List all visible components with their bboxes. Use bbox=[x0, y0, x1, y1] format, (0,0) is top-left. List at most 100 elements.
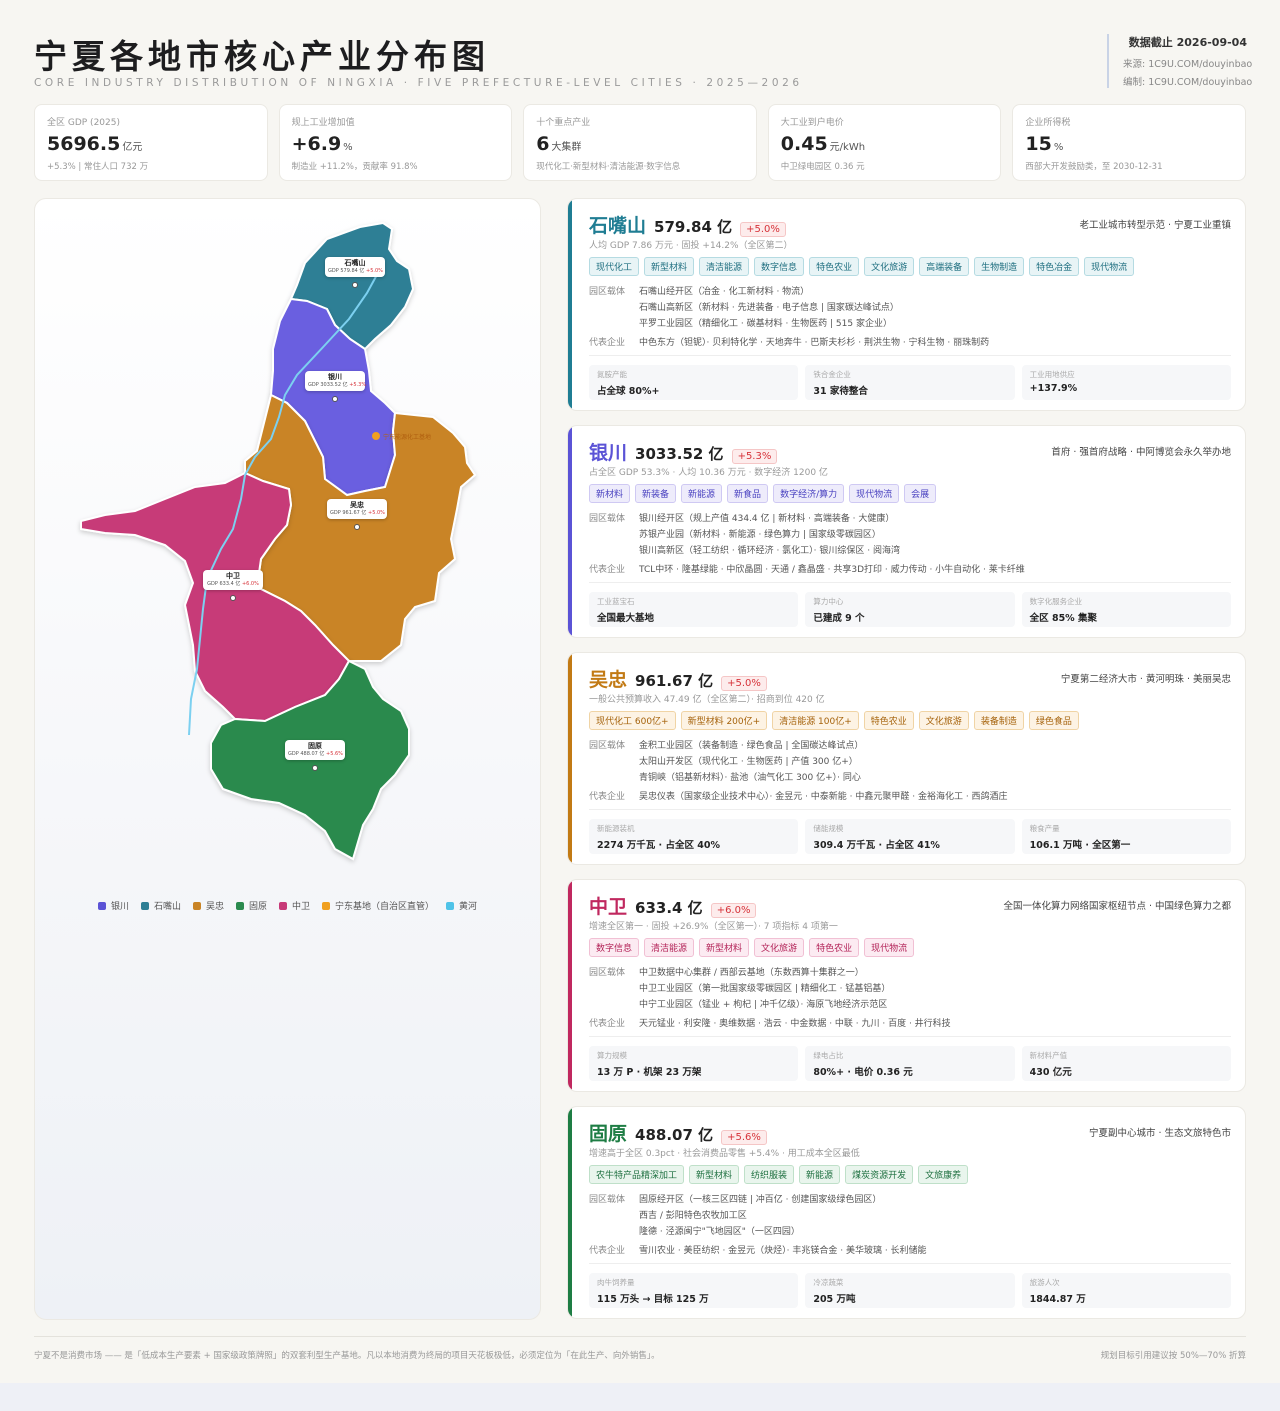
map-city-dot bbox=[230, 595, 236, 601]
industry-tag[interactable]: 新装备 bbox=[635, 484, 677, 503]
source-line: 来源: 1C9U.COM/douyinbao bbox=[1123, 59, 1253, 70]
stat-box: 肉牛饲养量 115 万头 → 目标 125 万 bbox=[589, 1273, 799, 1308]
legend-item: 宁东基地（自治区直管） bbox=[322, 899, 434, 912]
industry-tag[interactable]: 新型材料 bbox=[644, 257, 695, 276]
card-divider bbox=[589, 1263, 1231, 1264]
industry-tag[interactable]: 新能源 bbox=[799, 1165, 841, 1184]
parks-list: 中卫数据中心集群 / 西部云基地（东数西算十集群之一） 中卫工业园区（第一批国家级… bbox=[639, 965, 890, 1013]
map-city-dot bbox=[354, 524, 360, 530]
city-stats: 算力规模 13 万 P · 机架 23 万架 绿电占比 80%+ · 电价 0.36 … bbox=[589, 1046, 1231, 1081]
map-city-label[interactable]: 银川 GDP 3033.52 亿 +5.3% bbox=[305, 371, 367, 391]
map-growth: +6.0% bbox=[240, 581, 259, 587]
industry-tag[interactable]: 文化旅游 bbox=[754, 938, 805, 957]
park-item: 石嘴山经开区（冶金 · 化工新材料 · 物流） bbox=[639, 287, 810, 297]
map-gdp-value: GDP 488.07 亿 bbox=[288, 751, 325, 757]
ningdong-base-marker[interactable] bbox=[372, 432, 380, 440]
industry-tag[interactable]: 装备制造 bbox=[973, 711, 1024, 730]
map-gdp-value: GDP 961.67 亿 bbox=[330, 510, 367, 516]
companies-list: TCL中环 · 隆基绿能 · 中欣晶圆 · 天通 / 鑫晶盛 · 共享3D打印 … bbox=[639, 565, 1025, 575]
ningdong-base-label: 宁东能源化工基地 bbox=[383, 433, 431, 441]
industry-tag[interactable]: 文化旅游 bbox=[864, 257, 915, 276]
parks-label: 园区载体 bbox=[589, 514, 626, 524]
industry-tag[interactable]: 现代物流 bbox=[849, 484, 900, 503]
industry-tag[interactable]: 数字经济/算力 bbox=[773, 484, 845, 503]
legend-swatch bbox=[192, 901, 201, 910]
legend-swatch bbox=[235, 901, 244, 910]
editor-line: 编制: 1C9U.COM/douyinbao bbox=[1123, 77, 1253, 88]
city-stats: 氮胺产能 占全球 80%+ 铁合金企业 31 家待整合 工业用地供应 +137.9% bbox=[589, 365, 1231, 400]
industry-tag[interactable]: 高端装备 bbox=[919, 257, 970, 276]
industry-tag[interactable]: 特色农业 bbox=[809, 257, 860, 276]
industry-tag[interactable]: 纺织服装 bbox=[744, 1165, 795, 1184]
industry-tag[interactable]: 生物制造 bbox=[974, 257, 1025, 276]
industry-tag[interactable]: 现代物流 bbox=[1084, 257, 1135, 276]
industry-tag[interactable]: 文旅康养 bbox=[918, 1165, 969, 1184]
park-item: 太阳山开发区（现代化工 · 生物医药 | 产值 300 亿+） bbox=[639, 757, 858, 767]
map-growth: +5.6% bbox=[324, 751, 343, 757]
stat-box: 储能规模 309.4 万千瓦 · 占全区 41% bbox=[805, 819, 1015, 854]
map-city-label[interactable]: 固原 GDP 488.07 亿 +5.6% bbox=[285, 740, 345, 760]
city-accent-bar bbox=[568, 426, 572, 637]
city-tagline: 全国一体化算力网络国家枢纽节点 · 中国绿色算力之都 bbox=[1003, 901, 1231, 912]
city-growth-badge: +5.3% bbox=[731, 449, 778, 464]
industry-tag[interactable]: 新食品 bbox=[727, 484, 769, 503]
kpi-value: 15% bbox=[1025, 133, 1233, 155]
map-city-label[interactable]: 中卫 GDP 633.4 亿 +6.0% bbox=[203, 570, 263, 590]
industry-tag[interactable]: 会展 bbox=[904, 484, 937, 503]
stat-label: 储能规模 bbox=[813, 824, 844, 833]
park-item: 固原经开区（一核三区四链 | 冲百亿 · 创建国家级绿色园区） bbox=[639, 1195, 882, 1205]
industry-tag[interactable]: 数字信息 bbox=[589, 938, 640, 957]
industry-tag[interactable]: 新型材料 bbox=[699, 938, 750, 957]
companies-label: 代表企业 bbox=[589, 1246, 626, 1256]
stat-label: 工业蓝宝石 bbox=[597, 597, 635, 606]
industry-tag[interactable]: 煤炭资源开发 bbox=[845, 1165, 914, 1184]
card-divider bbox=[589, 1036, 1231, 1037]
kpi-card: 规上工业增加值 +6.9% 制造业 +11.2%，贡献率 91.8% bbox=[278, 104, 513, 181]
city-card: 银川 3033.52 亿 +5.3% 首府 · 强首府战略 · 中阿博览会永久举办地占… bbox=[567, 425, 1246, 638]
map-growth: +5.0% bbox=[366, 510, 385, 516]
industry-tag[interactable]: 清洁能源 bbox=[644, 938, 695, 957]
map-city-label[interactable]: 石嘴山 GDP 579.84 亿 +5.0% bbox=[325, 257, 385, 277]
industry-tag[interactable]: 特色农业 bbox=[809, 938, 860, 957]
city-detail-rows: 园区载体 固原经开区（一核三区四链 | 冲百亿 · 创建国家级绿色园区） 西吉 / … bbox=[589, 1192, 1231, 1256]
stat-label: 冷凉蔬菜 bbox=[813, 1278, 844, 1287]
park-item: 石嘴山高新区（新材料 · 先进装备 · 电子信息 | 国家碳达峰试点） bbox=[639, 303, 899, 313]
industry-tag[interactable]: 现代化工 600亿+ bbox=[589, 711, 676, 730]
city-name: 吴忠 bbox=[589, 669, 628, 691]
stat-value: 2274 万千瓦 · 占全区 40% bbox=[597, 840, 721, 851]
stat-label: 算力规模 bbox=[597, 1051, 627, 1060]
stat-value: 31 家待整合 bbox=[813, 386, 868, 397]
footer-disclaimer: 规划目标引用建议按 50%—70% 折算 bbox=[1100, 1351, 1246, 1361]
industry-tag[interactable]: 现代化工 bbox=[589, 257, 640, 276]
map-growth: +5.3% bbox=[347, 382, 367, 388]
kpi-number: +6.9 bbox=[291, 133, 342, 155]
stat-box: 工业蓝宝石 全国最大基地 bbox=[589, 592, 799, 627]
industry-tag[interactable]: 绿色食品 bbox=[1028, 711, 1079, 730]
industry-tag[interactable]: 新型材料 bbox=[689, 1165, 740, 1184]
park-item: 中卫数据中心集群 / 西部云基地（东数西算十集群之一） bbox=[639, 968, 864, 978]
stat-value: 全区 85% 集聚 bbox=[1029, 613, 1098, 624]
industry-tag[interactable]: 特色农业 bbox=[863, 711, 914, 730]
map-city-label[interactable]: 吴忠 GDP 961.67 亿 +5.0% bbox=[327, 499, 387, 519]
kpi-unit: % bbox=[343, 142, 353, 153]
industry-tag[interactable]: 数字信息 bbox=[754, 257, 805, 276]
city-name: 中卫 bbox=[589, 896, 628, 918]
kpi-label: 大工业到户电价 bbox=[780, 118, 844, 128]
stat-box: 绿电占比 80%+ · 电价 0.36 元 bbox=[805, 1046, 1015, 1081]
city-detail-rows: 园区载体 石嘴山经开区（冶金 · 化工新材料 · 物流） 石嘴山高新区（新材料 · … bbox=[589, 284, 1231, 348]
industry-tag[interactable]: 清洁能源 100亿+ bbox=[772, 711, 859, 730]
industry-tag-list: 现代化工 新型材料 清洁能源 数字信息 特色农业 文化旅游 高端装备 生物制造 特色冶金 现代物流 bbox=[589, 257, 1231, 276]
industry-tag[interactable]: 新能源 bbox=[681, 484, 723, 503]
industry-tag[interactable]: 现代物流 bbox=[864, 938, 915, 957]
industry-tag[interactable]: 新材料 bbox=[589, 484, 631, 503]
industry-tag[interactable]: 清洁能源 bbox=[699, 257, 750, 276]
industry-tag[interactable]: 文化旅游 bbox=[918, 711, 969, 730]
legend-label: 固原 bbox=[248, 902, 267, 912]
city-tagline: 老工业城市转型示范 · 宁夏工业重镇 bbox=[1079, 220, 1231, 231]
kpi-label: 十个重点产业 bbox=[536, 118, 591, 128]
industry-tag[interactable]: 新型材料 200亿+ bbox=[680, 711, 768, 730]
map-city-name: 固原 bbox=[308, 742, 322, 750]
industry-tag[interactable]: 特色冶金 bbox=[1029, 257, 1080, 276]
industry-tag[interactable]: 农牛特产品精深加工 bbox=[589, 1165, 685, 1184]
parks-label: 园区载体 bbox=[589, 287, 626, 297]
